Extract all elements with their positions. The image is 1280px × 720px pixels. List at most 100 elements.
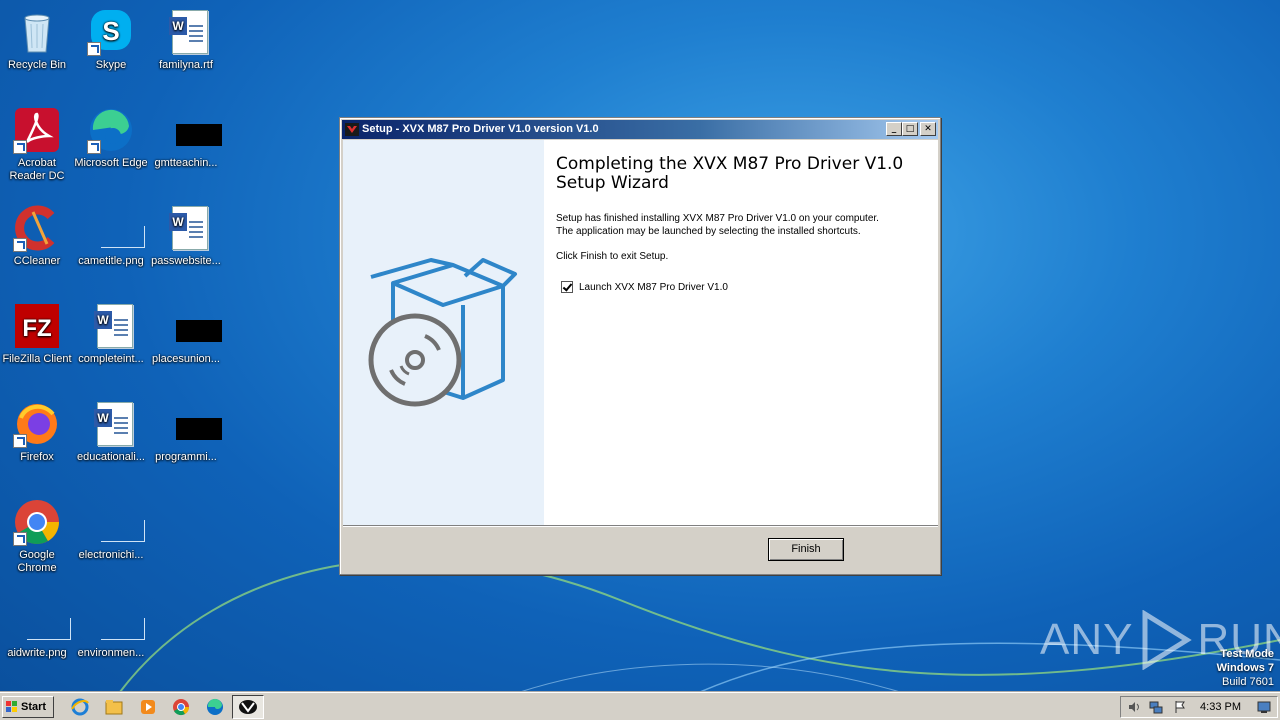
chrome-taskbar-icon[interactable] <box>171 697 191 717</box>
word-document-icon: W <box>87 302 135 350</box>
wizard-side-panel <box>343 140 544 525</box>
desktop-icon-label: Skype <box>95 59 127 71</box>
shortcut-arrow-icon <box>87 42 101 56</box>
clock[interactable]: 4:33 PM <box>1200 697 1241 717</box>
desktop-icon-skype[interactable]: S Skype <box>74 8 148 72</box>
image-file-icon <box>87 204 145 252</box>
desktop-icon-edge[interactable]: Microsoft Edge <box>74 106 148 170</box>
windows-flag-icon <box>6 701 17 712</box>
image-file-icon <box>13 596 71 644</box>
finish-button[interactable]: Finish <box>768 538 844 561</box>
recycle-bin-icon <box>13 8 61 56</box>
shortcut-arrow-icon <box>13 532 27 546</box>
app-logo-icon <box>239 700 257 714</box>
desktop-icon-ccleaner[interactable]: CCleaner <box>0 204 74 268</box>
wizard-heading: Completing the XVX M87 Pro Driver V1.0 S… <box>556 154 904 193</box>
desktop-icon-gmtteachin[interactable]: gmtteachin... <box>149 106 223 170</box>
word-document-icon: W <box>162 204 210 252</box>
test-mode-notice: Test Mode Windows 7 Build 7601 <box>1217 647 1274 689</box>
desktop-icon-label: Acrobat Reader DC <box>9 157 65 182</box>
desktop-icon-label: familyna.rtf <box>159 59 213 71</box>
desktop-icon-recycle-bin[interactable]: Recycle Bin <box>0 8 74 72</box>
minimize-button[interactable]: _ <box>886 122 902 136</box>
desktop-icon-label: passwebsite... <box>151 255 221 267</box>
desktop-icon-label: CCleaner <box>13 255 61 267</box>
desktop-icon-completeint[interactable]: W completeint... <box>74 302 148 366</box>
launch-checkbox[interactable] <box>561 281 573 293</box>
desktop-icon-educationali[interactable]: W educationali... <box>74 400 148 464</box>
volume-icon[interactable] <box>1127 700 1141 714</box>
app-logo-icon <box>345 123 359 136</box>
image-file-icon <box>87 596 145 644</box>
launch-checkbox-row[interactable]: Launch XVX M87 Pro Driver V1.0 <box>561 281 728 293</box>
acrobat-icon <box>13 106 61 154</box>
wizard-body: Setup has finished installing XVX M87 Pr… <box>556 212 926 238</box>
desktop-icon-chrome[interactable]: Google Chrome <box>0 498 74 575</box>
show-desktop-icon[interactable] <box>1257 700 1271 714</box>
os-label: Windows 7 <box>1216 662 1274 674</box>
svg-text:S: S <box>102 16 119 46</box>
desktop-icon-firefox[interactable]: Firefox <box>0 400 74 464</box>
edge-icon <box>87 106 135 154</box>
desktop-icon-programmi[interactable]: programmi... <box>149 400 223 464</box>
desktop-icon-cametitle[interactable]: cametitle.png <box>74 204 148 268</box>
taskbar: Start 4:33 PM <box>0 692 1280 720</box>
desktop-icon-label: Microsoft Edge <box>74 157 148 169</box>
setup-taskbar-button[interactable] <box>232 695 264 719</box>
desktop-icon-label: Google Chrome <box>17 549 57 574</box>
redacted-file-icon <box>162 302 222 350</box>
window-titlebar[interactable]: Setup - XVX M87 Pro Driver V1.0 version … <box>342 120 938 139</box>
desktop-icon-filezilla[interactable]: FZ FileZilla Client <box>0 302 74 366</box>
internet-explorer-icon[interactable] <box>70 697 90 717</box>
desktop-icon-environmen[interactable]: environmen... <box>74 596 148 660</box>
ccleaner-icon <box>13 204 61 252</box>
desktop-icon-familyna[interactable]: W familyna.rtf <box>149 8 223 72</box>
body-line-1: Setup has finished installing XVX M87 Pr… <box>556 213 879 224</box>
start-button[interactable]: Start <box>2 696 54 718</box>
desktop-icon-label: placesunion... <box>152 353 220 365</box>
desktop-icon-label: electronichi... <box>78 549 144 561</box>
start-label: Start <box>21 701 47 713</box>
body-line-2: The application may be launched by selec… <box>556 226 861 237</box>
desktop-icon-label: Recycle Bin <box>7 59 67 71</box>
watermark-left: ANY <box>1040 615 1134 664</box>
close-button[interactable]: ✕ <box>920 122 936 136</box>
desktop-icon-label: environmen... <box>77 647 145 659</box>
desktop-icon-label: gmtteachin... <box>154 157 218 169</box>
image-file-icon <box>87 498 145 546</box>
system-tray: 4:33 PM <box>1120 696 1278 718</box>
click-finish-text: Click Finish to exit Setup. <box>556 251 669 262</box>
file-explorer-icon[interactable] <box>104 697 124 717</box>
maximize-button[interactable]: □ <box>902 122 918 136</box>
filezilla-icon: FZ <box>13 302 61 350</box>
desktop-icon-label: Firefox <box>20 451 54 463</box>
desktop-icon-electronichi[interactable]: electronichi... <box>74 498 148 562</box>
shortcut-arrow-icon <box>87 140 101 154</box>
wizard-content: Completing the XVX M87 Pro Driver V1.0 S… <box>544 140 938 525</box>
setup-window: Setup - XVX M87 Pro Driver V1.0 version … <box>339 117 941 575</box>
button-separator <box>343 525 938 527</box>
word-document-icon: W <box>162 8 210 56</box>
desktop-icon-aidwrite[interactable]: aidwrite.png <box>0 596 74 660</box>
edge-taskbar-icon[interactable] <box>205 697 225 717</box>
desktop-icon-label: educationali... <box>77 451 145 463</box>
desktop-icon-label: programmi... <box>155 451 217 463</box>
media-player-icon[interactable] <box>138 697 158 717</box>
desktop-icon-placesunion[interactable]: placesunion... <box>149 302 223 366</box>
launch-checkbox-label[interactable]: Launch XVX M87 Pro Driver V1.0 <box>579 282 728 293</box>
network-icon[interactable] <box>1149 700 1163 714</box>
software-box-illustration <box>368 258 517 407</box>
build-label: Build 7601 <box>1222 676 1274 688</box>
desktop-icon-acrobat[interactable]: Acrobat Reader DC <box>0 106 74 183</box>
desktop-icon-label: completeint... <box>78 353 144 365</box>
firefox-icon <box>13 400 61 448</box>
shortcut-arrow-icon <box>13 434 27 448</box>
window-title: Setup - XVX M87 Pro Driver V1.0 version … <box>362 123 599 135</box>
desktop-icon-passwebsite[interactable]: W passwebsite... <box>149 204 223 268</box>
chrome-icon <box>13 498 61 546</box>
word-document-icon: W <box>87 400 135 448</box>
skype-icon: S <box>87 8 135 56</box>
redacted-file-icon <box>162 106 222 154</box>
shortcut-arrow-icon <box>13 238 27 252</box>
action-center-flag-icon[interactable] <box>1173 700 1187 714</box>
